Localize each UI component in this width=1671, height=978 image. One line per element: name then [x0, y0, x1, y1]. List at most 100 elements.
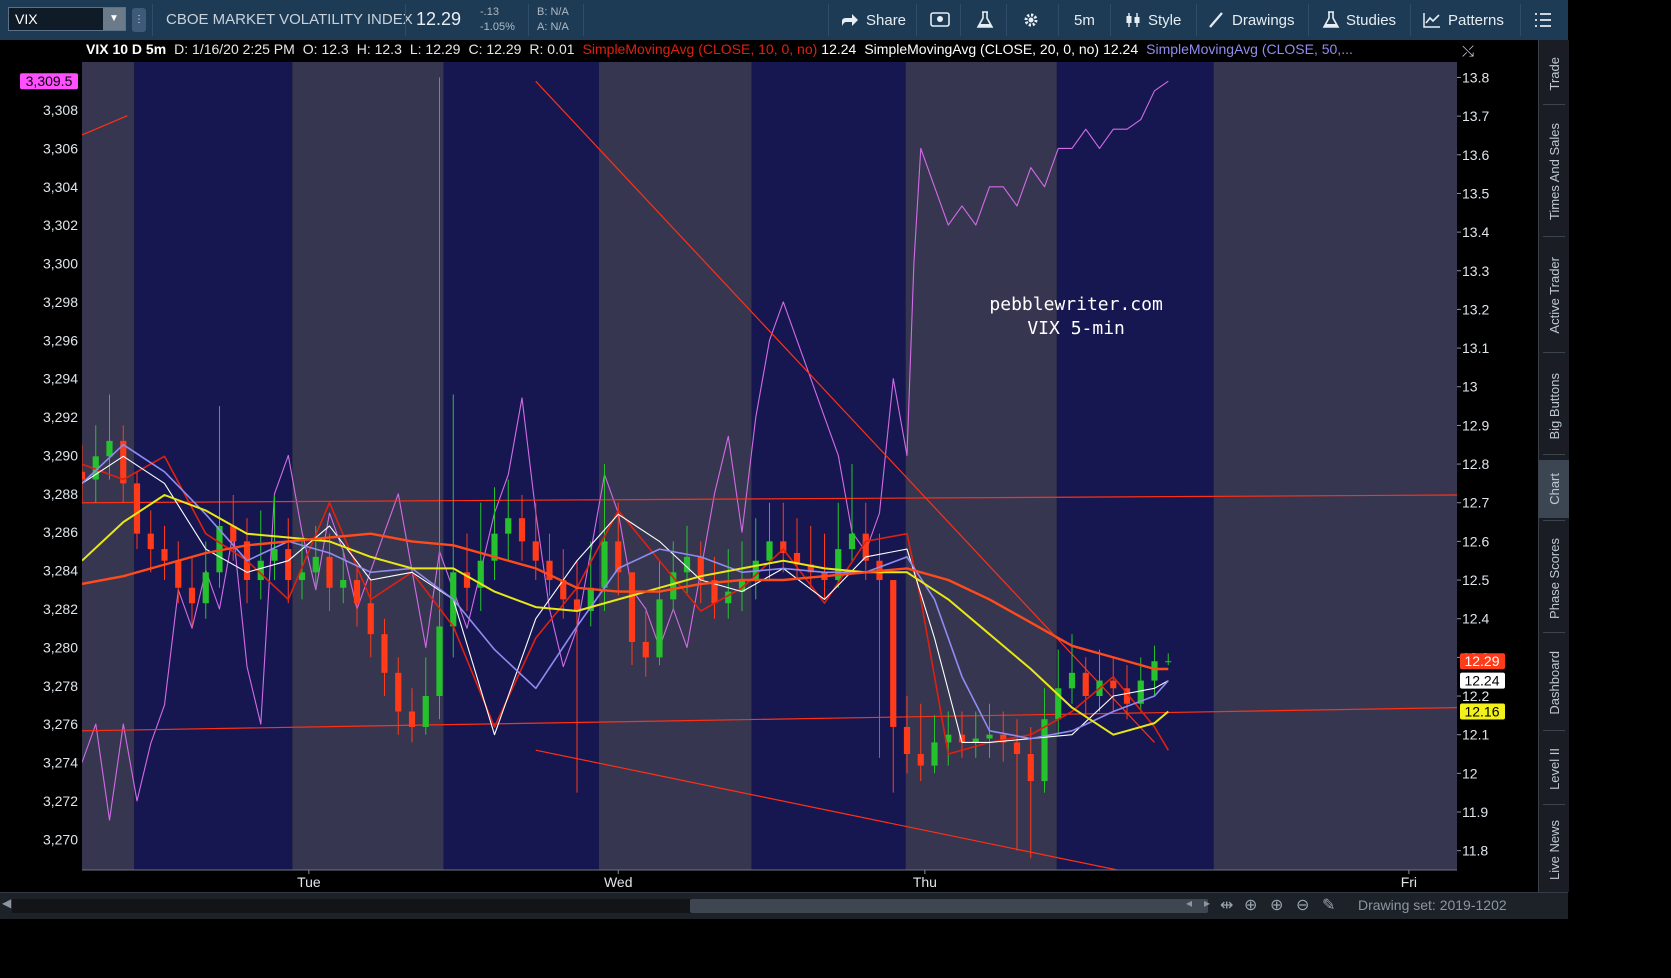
symbol-selector[interactable]: VIX ▼	[8, 7, 126, 31]
chart-area[interactable]: VIX 10 D 5m D: 1/16/20 2:25 PM O: 12.3 H: 1…	[0, 40, 1538, 892]
chevron-down-icon[interactable]: ▼	[103, 8, 125, 30]
toolbar-divider	[1308, 4, 1309, 36]
link-icon[interactable]: ⋮	[132, 8, 146, 32]
side-tab-live-news[interactable]: Live News	[1539, 810, 1569, 890]
style-button[interactable]: Style	[1124, 8, 1181, 32]
left-axis-label: 3,272	[43, 793, 78, 809]
side-tab-dashboard[interactable]: Dashboard	[1539, 638, 1569, 728]
candle-body	[422, 696, 429, 727]
patterns-button[interactable]: Patterns	[1422, 8, 1504, 32]
candle-body	[147, 533, 154, 550]
side-tab-trade[interactable]: Trade	[1539, 46, 1569, 102]
symbol-input[interactable]: VIX	[15, 11, 38, 27]
side-tab-divider	[1543, 236, 1565, 237]
interval-label: 5m	[1074, 11, 1095, 29]
zoom-out-icon[interactable]: ⊖	[1296, 895, 1309, 915]
bid-ask: B: N/A A: N/A	[537, 5, 569, 35]
expand-icon[interactable]: ⇹	[1220, 895, 1233, 915]
pencil-icon[interactable]: ✎	[1322, 895, 1335, 915]
left-axis-label: 3,278	[43, 678, 78, 694]
right-axis-label: 13.5	[1462, 185, 1489, 201]
toolbar-divider	[916, 4, 917, 36]
snapshot-icon	[930, 12, 950, 27]
candle-body	[573, 599, 581, 611]
lab-button[interactable]	[976, 8, 994, 32]
bar-date: D: 1/16/20 2:25 PM	[174, 41, 295, 57]
study-value: 12.24	[1103, 41, 1138, 57]
toolbar-divider	[583, 4, 584, 36]
candle-body	[271, 549, 278, 561]
candle-body	[1013, 742, 1021, 755]
side-tab-chart[interactable]: Chart	[1539, 460, 1569, 518]
candle-body	[628, 572, 636, 642]
side-tab-divider	[1543, 730, 1565, 731]
scroll-right-icon[interactable]: ▸	[1204, 896, 1210, 910]
settings-button[interactable]	[1022, 8, 1040, 32]
side-tab-divider	[1543, 352, 1565, 353]
scrollbar-thumb[interactable]	[690, 899, 1208, 913]
scroll-left-icon[interactable]: ◂	[1186, 896, 1192, 910]
side-tab-label: Active Trader	[1546, 256, 1562, 334]
left-axis-label: 3,282	[43, 601, 78, 617]
right-axis-label: 13.2	[1462, 301, 1489, 317]
toolbar-divider	[1410, 4, 1411, 36]
toolbar-divider	[1058, 4, 1059, 36]
x-axis-label: Wed	[604, 874, 633, 890]
candle-body	[903, 726, 911, 755]
scroll-left-icon[interactable]: ◀	[2, 896, 11, 910]
left-axis-label: 3,290	[43, 447, 78, 463]
left-axis-label: 3,296	[43, 332, 78, 348]
right-axis-label: 12	[1462, 765, 1478, 781]
chart-header: VIX 10 D 5m D: 1/16/20 2:25 PM O: 12.3 H: 1…	[82, 40, 1457, 60]
toolbar-divider	[1006, 4, 1007, 36]
crosshair-icon[interactable]: ⊕	[1244, 895, 1257, 915]
candle-body	[133, 483, 141, 534]
candle-body	[1068, 672, 1076, 689]
share-button[interactable]: Share	[840, 8, 906, 32]
candle-body	[1165, 661, 1172, 663]
session-band	[292, 62, 444, 870]
right-axis-label: 12.2	[1462, 688, 1489, 704]
right-axis-label: 12.8	[1462, 456, 1489, 472]
studies-button[interactable]: Studies	[1322, 8, 1396, 32]
candle-body	[312, 556, 319, 573]
price-chart[interactable]: VIX 10 D 5m D: 1/16/20 2:25 PM O: 12.3 H: 1…	[0, 40, 1538, 892]
side-tab-phase-scores[interactable]: Phase Scores	[1539, 526, 1569, 630]
candle-body	[931, 742, 938, 766]
session-band	[599, 62, 752, 870]
candle-body	[326, 556, 333, 588]
candle-body	[972, 738, 979, 743]
candle-body	[518, 518, 526, 542]
bar-close: C: 12.29	[468, 41, 521, 57]
study-label: SimpleMovingAvg (CLOSE, 10, 0, no)	[583, 41, 818, 57]
candle-body	[353, 580, 361, 604]
right-axis-label: 13.3	[1462, 263, 1489, 279]
side-tab-active-trader[interactable]: Active Trader	[1539, 240, 1569, 350]
zoom-in-icon[interactable]: ⊕	[1270, 895, 1283, 915]
side-tab-big-buttons[interactable]: Big Buttons	[1539, 360, 1569, 452]
left-axis-label: 3,302	[43, 217, 78, 233]
right-axis-label: 13.4	[1462, 224, 1489, 240]
share-label: Share	[866, 11, 907, 29]
chart-symbol-label: VIX 10 D 5m	[86, 41, 166, 57]
side-tab-label: Live News	[1546, 820, 1562, 880]
session-band	[905, 62, 1057, 870]
interval-button[interactable]: 5m	[1074, 8, 1095, 32]
drawings-button[interactable]: Drawings	[1208, 8, 1295, 32]
study-value: 12.24	[821, 41, 856, 57]
left-axis-label: 3,298	[43, 294, 78, 310]
session-band	[134, 62, 293, 870]
right-axis-label: 12.9	[1462, 417, 1489, 433]
pencil-icon	[1209, 12, 1223, 28]
left-axis-label: 3,286	[43, 524, 78, 540]
cursor-tool-icon[interactable]: ⤯	[1462, 42, 1474, 60]
side-tab-times-and-sales[interactable]: Times And Sales	[1539, 110, 1569, 234]
toolbar-divider	[405, 4, 406, 36]
instrument-name: CBOE MARKET VOLATILITY INDEX	[166, 11, 413, 28]
snapshot-button[interactable]	[930, 8, 950, 32]
side-tab-divider	[1543, 520, 1565, 521]
side-tab-level-ii[interactable]: Level II	[1539, 736, 1569, 802]
flask-icon	[1322, 11, 1340, 28]
candle-body	[848, 533, 856, 550]
menu-button[interactable]	[1534, 8, 1552, 32]
